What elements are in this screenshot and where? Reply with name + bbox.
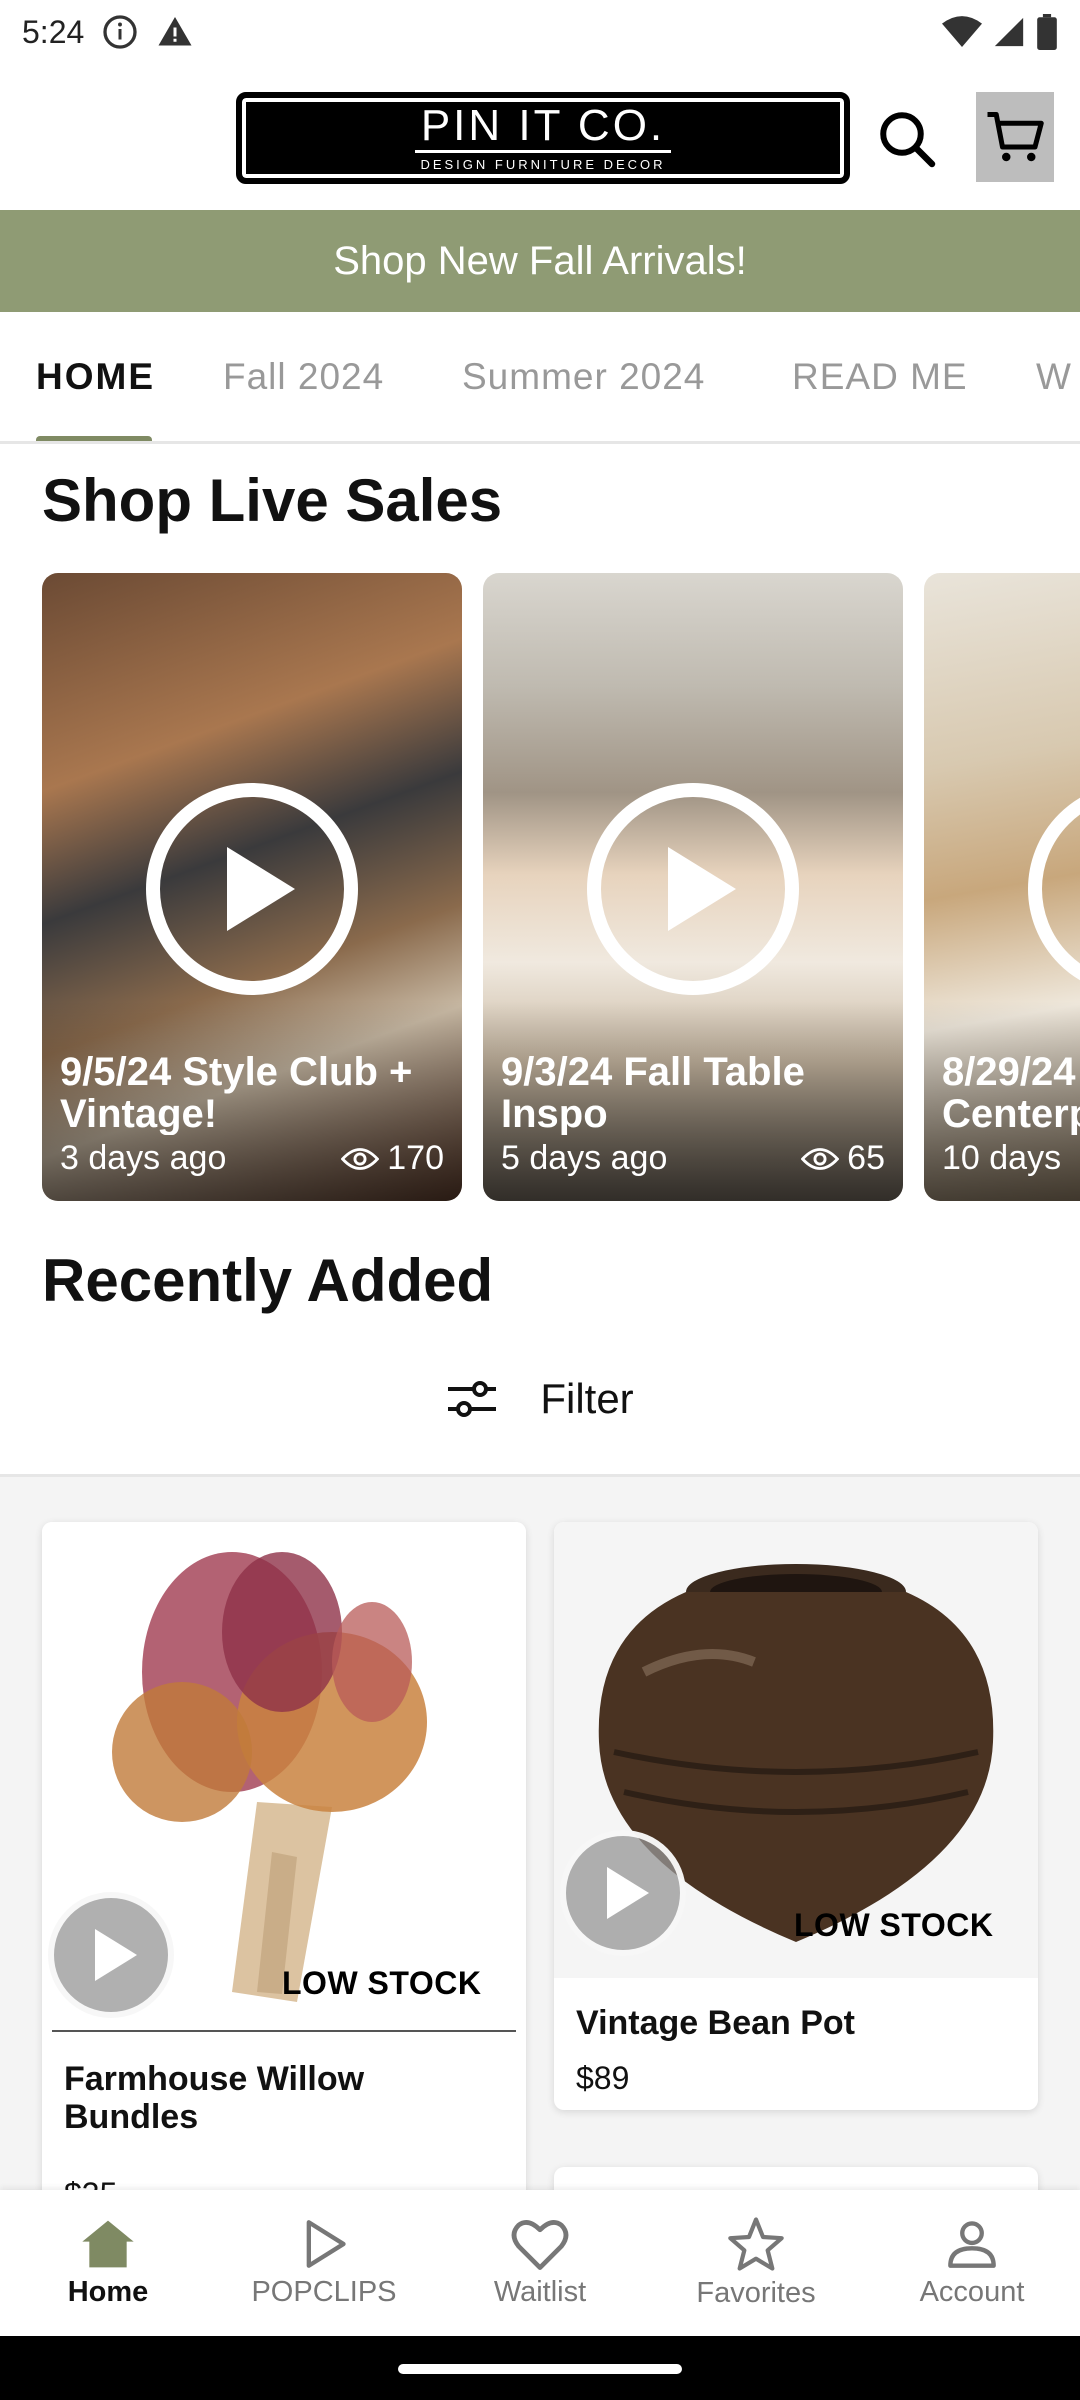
battery-icon <box>1037 14 1057 50</box>
tab-partial[interactable]: W <box>1036 356 1072 398</box>
warning-icon <box>158 17 192 46</box>
low-stock-badge: LOW STOCK <box>794 1907 994 1943</box>
live-sale-age: 5 days ago <box>501 1139 668 1177</box>
home-icon <box>82 2220 134 2267</box>
person-icon <box>948 2220 996 2268</box>
app-header: PIN IT CO. DESIGN FURNITURE DECOR <box>0 64 1080 210</box>
live-sale-age: 3 days ago <box>60 1139 227 1177</box>
cart-icon <box>987 112 1044 162</box>
cart-button[interactable] <box>976 92 1054 182</box>
play-icon[interactable] <box>146 783 358 995</box>
play-icon[interactable] <box>1028 783 1080 995</box>
sliders-icon <box>448 1381 497 1417</box>
product-grid: LOW STOCK Farmhouse Willow Bundles $35 L… <box>0 1477 1080 2227</box>
product-name: Farmhouse Willow Bundles <box>64 2060 365 2136</box>
product-card[interactable]: LOW STOCK Vintage Bean Pot $89 <box>554 1522 1038 2110</box>
product-card[interactable]: LOW STOCK Farmhouse Willow Bundles $35 <box>42 1522 526 2222</box>
nav-home[interactable]: Home <box>0 2190 216 2336</box>
status-time: 5:24 <box>22 13 85 50</box>
tab-fall-2024[interactable]: Fall 2024 <box>223 356 384 398</box>
play-icon[interactable] <box>560 1830 686 1956</box>
signal-icon <box>994 17 1024 47</box>
tab-read-me[interactable]: READ ME <box>792 356 968 398</box>
low-stock-badge: LOW STOCK <box>282 1965 482 2001</box>
product-name: Vintage Bean Pot <box>576 2004 855 2042</box>
product-image: LOW STOCK <box>554 1522 1038 1978</box>
search-icon <box>880 112 936 168</box>
info-icon <box>103 15 137 49</box>
tab-indicator <box>36 436 152 441</box>
bottom-nav: Home POPCLIPS Waitlist Favorites Account <box>0 2190 1080 2336</box>
promo-banner[interactable]: Shop New Fall Arrivals! <box>0 210 1080 312</box>
live-sale-title: 8/29/24 Centerp <box>942 1051 1080 1135</box>
wifi-icon <box>942 16 982 47</box>
play-icon[interactable] <box>587 783 799 995</box>
brand-logo[interactable]: PIN IT CO. DESIGN FURNITURE DECOR <box>236 92 850 184</box>
tab-home[interactable]: HOME <box>36 356 155 398</box>
home-gesture-handle[interactable] <box>398 2364 682 2374</box>
nav-popclips[interactable]: POPCLIPS <box>216 2190 432 2336</box>
play-outline-icon <box>306 2219 346 2268</box>
nav-favorites[interactable]: Favorites <box>648 2190 864 2336</box>
system-nav-bar <box>0 2336 1080 2400</box>
view-count: 65 <box>847 1139 885 1177</box>
live-sale-age: 10 days <box>942 1139 1062 1177</box>
filter-button[interactable]: Filter <box>0 1362 1080 1436</box>
view-count: 170 <box>387 1139 444 1177</box>
live-sale-title: 9/5/24 Style Club + Vintage! <box>60 1051 413 1135</box>
eye-icon <box>341 1147 380 1170</box>
live-sale-card[interactable]: 8/29/24 Centerp 10 days <box>924 573 1080 1201</box>
promo-banner-text: Shop New Fall Arrivals! <box>333 238 747 283</box>
heart-icon <box>511 2219 569 2270</box>
status-bar: 5:24 <box>0 0 1080 64</box>
nav-waitlist[interactable]: Waitlist <box>432 2190 648 2336</box>
eye-icon <box>801 1147 840 1170</box>
live-sale-card[interactable]: 9/5/24 Style Club + Vintage! 3 days ago … <box>42 573 462 1201</box>
category-tabs: HOME Fall 2024 Summer 2024 READ ME W <box>0 312 1080 444</box>
search-button[interactable] <box>872 104 942 174</box>
live-sale-card[interactable]: 9/3/24 Fall Table Inspo 5 days ago 65 <box>483 573 903 1201</box>
live-sale-title: 9/3/24 Fall Table Inspo <box>501 1051 805 1135</box>
star-icon <box>728 2216 784 2271</box>
recently-added-title: Recently Added <box>42 1247 494 1314</box>
live-sales-title: Shop Live Sales <box>42 467 503 534</box>
product-price: $89 <box>576 2060 630 2096</box>
filter-label: Filter <box>540 1375 634 1422</box>
nav-account[interactable]: Account <box>864 2190 1080 2336</box>
product-image: LOW STOCK <box>42 1522 526 2032</box>
tab-summer-2024[interactable]: Summer 2024 <box>462 356 705 398</box>
play-icon[interactable] <box>48 1892 174 2018</box>
